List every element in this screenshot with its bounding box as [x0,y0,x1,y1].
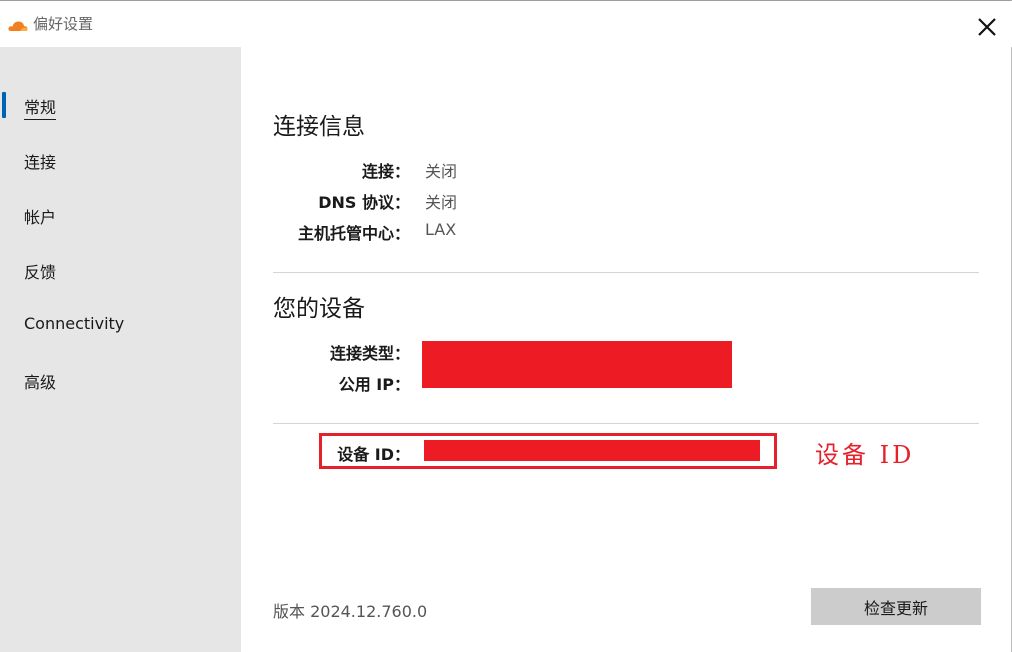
sidebar-item-label: 连接 [24,153,57,172]
version-text: 版本 2024.12.760.0 [273,602,428,621]
sidebar-item-label: 常规 [24,94,57,120]
close-icon[interactable] [970,10,1004,44]
device-id-label: 设备 ID： [337,445,410,464]
dns-protocol-label: DNS 协议： [318,193,410,212]
preferences-window: 偏好设置 常规 连接 帐户 反馈 Connectivity 高级 连接信息 连接… [0,0,1012,652]
colo-label: 主机托管中心： [297,224,410,243]
redacted-device-info [422,341,732,388]
close-button[interactable] [970,10,1004,44]
public-ip-label: 公用 IP： [338,375,410,394]
window-title: 偏好设置 [33,15,94,33]
connection-status-label: 连接： [361,162,410,181]
connection-type-label: 连接类型： [329,344,410,363]
sidebar-item-label: Connectivity [24,314,125,333]
check-update-button[interactable]: 检查更新 [811,588,981,625]
dns-protocol-value: 关闭 [425,193,458,212]
sidebar-item-general[interactable]: 常规 [0,85,241,125]
redacted-device-id [424,440,760,461]
connection-info-heading: 连接信息 [273,114,365,140]
colo-value: LAX [425,220,457,239]
cloudflare-cloud-icon [8,17,28,31]
sidebar-item-advanced[interactable]: 高级 [0,360,241,400]
section-divider [273,272,979,273]
active-indicator [2,92,6,118]
device-heading: 您的设备 [273,296,365,322]
sidebar: 常规 连接 帐户 反馈 Connectivity 高级 [0,47,241,652]
title-bar: 偏好设置 [0,1,1012,47]
connection-status-value: 关闭 [425,162,458,181]
section-divider [273,423,979,424]
sidebar-item-label: 高级 [24,373,57,392]
sidebar-item-account[interactable]: 帐户 [0,195,241,235]
main-content: 连接信息 连接： 关闭 DNS 协议： 关闭 主机托管中心： LAX 您的设备 … [241,47,1011,652]
sidebar-item-connection[interactable]: 连接 [0,140,241,180]
annotation-label: 设备 ID [815,441,915,469]
sidebar-item-label: 帐户 [24,208,57,227]
sidebar-item-label: 反馈 [24,263,57,282]
sidebar-item-feedback[interactable]: 反馈 [0,250,241,290]
sidebar-item-connectivity[interactable]: Connectivity [0,305,241,345]
